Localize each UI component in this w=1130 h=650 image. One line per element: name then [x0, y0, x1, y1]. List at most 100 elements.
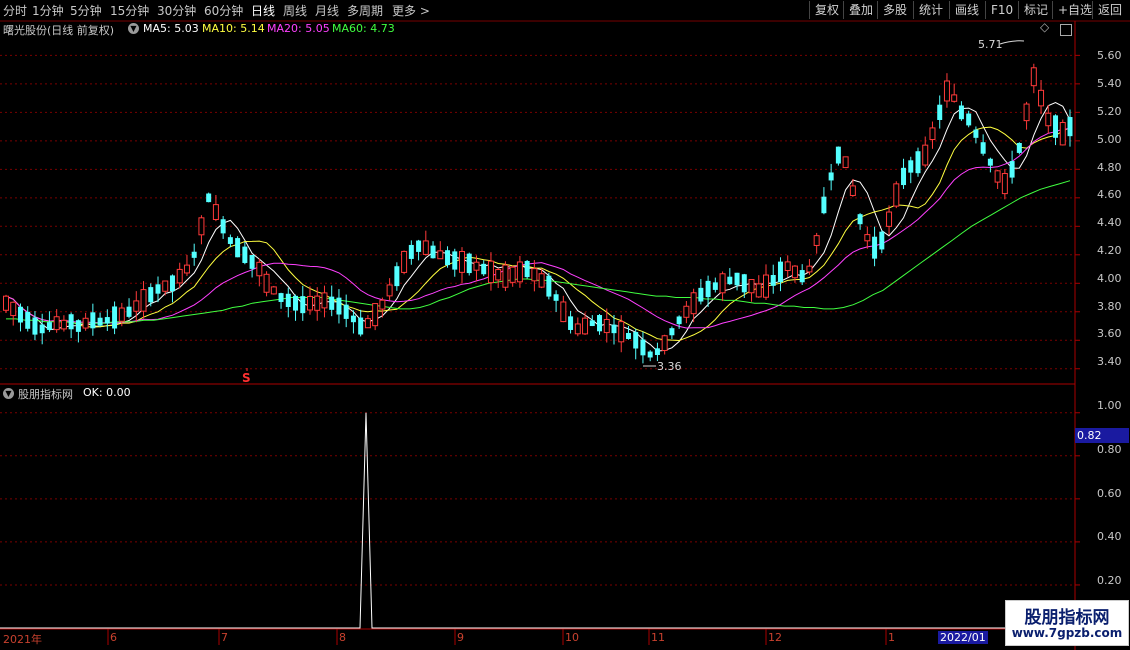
candle-body-up	[307, 295, 313, 311]
candle-body-up	[582, 317, 589, 335]
candle-body-up	[422, 240, 429, 255]
date-axis-label: 6	[110, 631, 117, 644]
candle-body-down	[293, 295, 299, 311]
add-watchlist-button[interactable]: +自选	[1052, 1, 1097, 19]
stock-title[interactable]: 曙光股份(日线 前复权)	[3, 22, 114, 38]
candle-body-down	[937, 104, 943, 120]
candle-body-up	[603, 318, 610, 334]
candle-body-up	[560, 301, 567, 323]
ma5-label: MA5: 5.03	[143, 22, 199, 35]
candle-body-down	[727, 276, 733, 285]
candle-body-up	[10, 301, 17, 317]
tab-60min[interactable]: 60分钟	[204, 2, 243, 19]
chevron-down-icon[interactable]: ▼	[128, 23, 139, 34]
mark-button[interactable]: 标记	[1018, 1, 1053, 19]
candle-body-up	[183, 264, 190, 274]
candle-body-down	[799, 270, 805, 283]
candle-body-down	[966, 113, 972, 126]
tab-monthly[interactable]: 月线	[315, 2, 339, 19]
candle-body-down	[712, 282, 718, 290]
statistics-button[interactable]: 统计	[913, 1, 948, 19]
multi-stock-button[interactable]: 多股	[877, 1, 912, 19]
price-axis-label: 5.40	[1097, 77, 1122, 90]
candle-body-down	[394, 266, 400, 287]
tab-more[interactable]: 更多 >	[392, 2, 430, 19]
window-toggle-icon[interactable]	[1060, 24, 1072, 36]
candle-body-up	[401, 250, 408, 273]
tab-fenshi[interactable]: 分时	[3, 2, 27, 19]
date-axis-label: 9	[457, 631, 464, 644]
date-axis-label: 8	[339, 631, 346, 644]
candle-body-down	[589, 320, 595, 327]
high-price-marker: 5.71	[978, 38, 1003, 51]
tab-weekly[interactable]: 周线	[283, 2, 307, 19]
candle-body-down	[336, 297, 342, 315]
diamond-icon[interactable]: ◇	[1040, 20, 1049, 34]
candle-body-down	[242, 246, 248, 263]
candle-body-up	[118, 307, 125, 322]
candle-body-down	[553, 294, 559, 301]
candle-body-down	[835, 146, 841, 164]
sell-signal-marker: S	[242, 371, 251, 385]
watermark-logo: 股朋指标网 www.7gpzb.com	[1005, 600, 1129, 646]
candle-body-down	[654, 348, 660, 355]
tab-daily[interactable]: 日线	[251, 2, 275, 19]
candle-body-up	[922, 144, 929, 166]
restore-rights-button[interactable]: 复权	[809, 1, 844, 19]
candle-body-down	[901, 167, 907, 186]
candle-body-down	[481, 263, 487, 275]
candle-body-up	[690, 292, 697, 315]
candle-body-down	[416, 240, 422, 252]
candle-body-down	[17, 306, 23, 323]
f10-button[interactable]: F10	[985, 1, 1018, 19]
tab-multi-period[interactable]: 多周期	[347, 2, 383, 19]
tab-15min[interactable]: 15分钟	[110, 2, 149, 19]
tab-1min[interactable]: 1分钟	[32, 2, 64, 19]
candle-body-down	[524, 260, 530, 278]
candle-body-down	[770, 275, 776, 286]
indicator-current-value: 0.82	[1075, 428, 1129, 443]
candle-body-down	[285, 293, 291, 307]
candle-body-down	[90, 312, 96, 329]
candle-body-up	[321, 292, 328, 309]
draw-line-button[interactable]: 画线	[949, 1, 984, 19]
candle-body-down	[155, 284, 161, 294]
candle-body-up	[162, 280, 169, 292]
candle-body-down	[980, 142, 986, 154]
candle-body-down	[698, 287, 704, 302]
candle-body-down	[249, 254, 255, 269]
candle-body-down	[568, 316, 574, 330]
ma10-label: MA10: 5.14	[202, 22, 265, 35]
candle-body-up	[806, 265, 813, 273]
candle-body-down	[777, 261, 783, 283]
candle-body-up	[943, 80, 950, 102]
price-axis-label: 5.20	[1097, 105, 1122, 118]
candle-body-up	[755, 283, 762, 298]
overlay-button[interactable]: 叠加	[843, 1, 878, 19]
tab-30min[interactable]: 30分钟	[157, 2, 196, 19]
date-axis-label: 11	[651, 631, 665, 644]
candle-body-up	[437, 250, 444, 260]
candle-body-up	[893, 183, 900, 207]
tab-5min[interactable]: 5分钟	[70, 2, 102, 19]
candle-body-down	[958, 105, 964, 120]
candle-body-down	[25, 311, 31, 329]
candle-body-up	[140, 289, 147, 312]
indicator-title[interactable]: 股朋指标网	[18, 386, 73, 402]
candle-body-down	[46, 322, 52, 330]
price-axis-label: 3.40	[1097, 355, 1122, 368]
back-button[interactable]: 返回	[1092, 1, 1127, 19]
candle-body-up	[133, 300, 140, 312]
candle-body-down	[633, 332, 639, 349]
date-axis-label: 12	[768, 631, 782, 644]
chevron-down-icon[interactable]: ▼	[3, 388, 14, 399]
price-axis-label: 4.60	[1097, 188, 1122, 201]
candle-body-up	[516, 261, 523, 283]
candle-body-up	[459, 250, 465, 273]
candle-body-down	[112, 306, 118, 329]
current-date-label: 2022/01	[938, 631, 988, 644]
candle-body-up	[929, 127, 936, 141]
candle-body-down	[68, 314, 74, 330]
candle-body-up	[1038, 89, 1045, 107]
moving-average-layer	[5, 40, 1071, 371]
